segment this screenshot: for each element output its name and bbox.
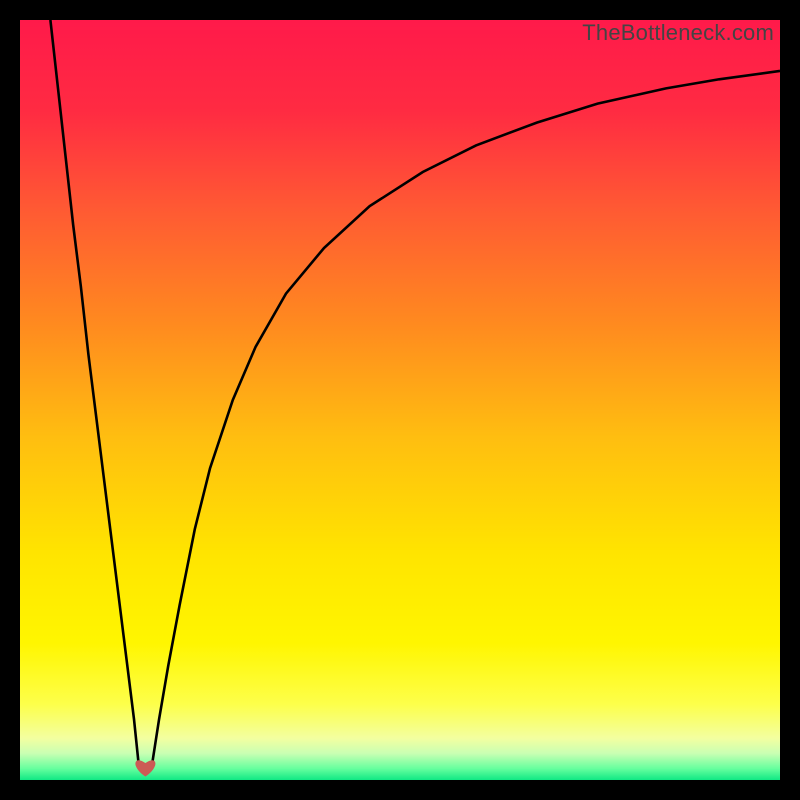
watermark-text: TheBottleneck.com: [582, 20, 774, 46]
plot-svg: [20, 20, 780, 780]
gradient-background: [20, 20, 780, 780]
plot-area: TheBottleneck.com: [20, 20, 780, 780]
chart-frame: TheBottleneck.com: [0, 0, 800, 800]
